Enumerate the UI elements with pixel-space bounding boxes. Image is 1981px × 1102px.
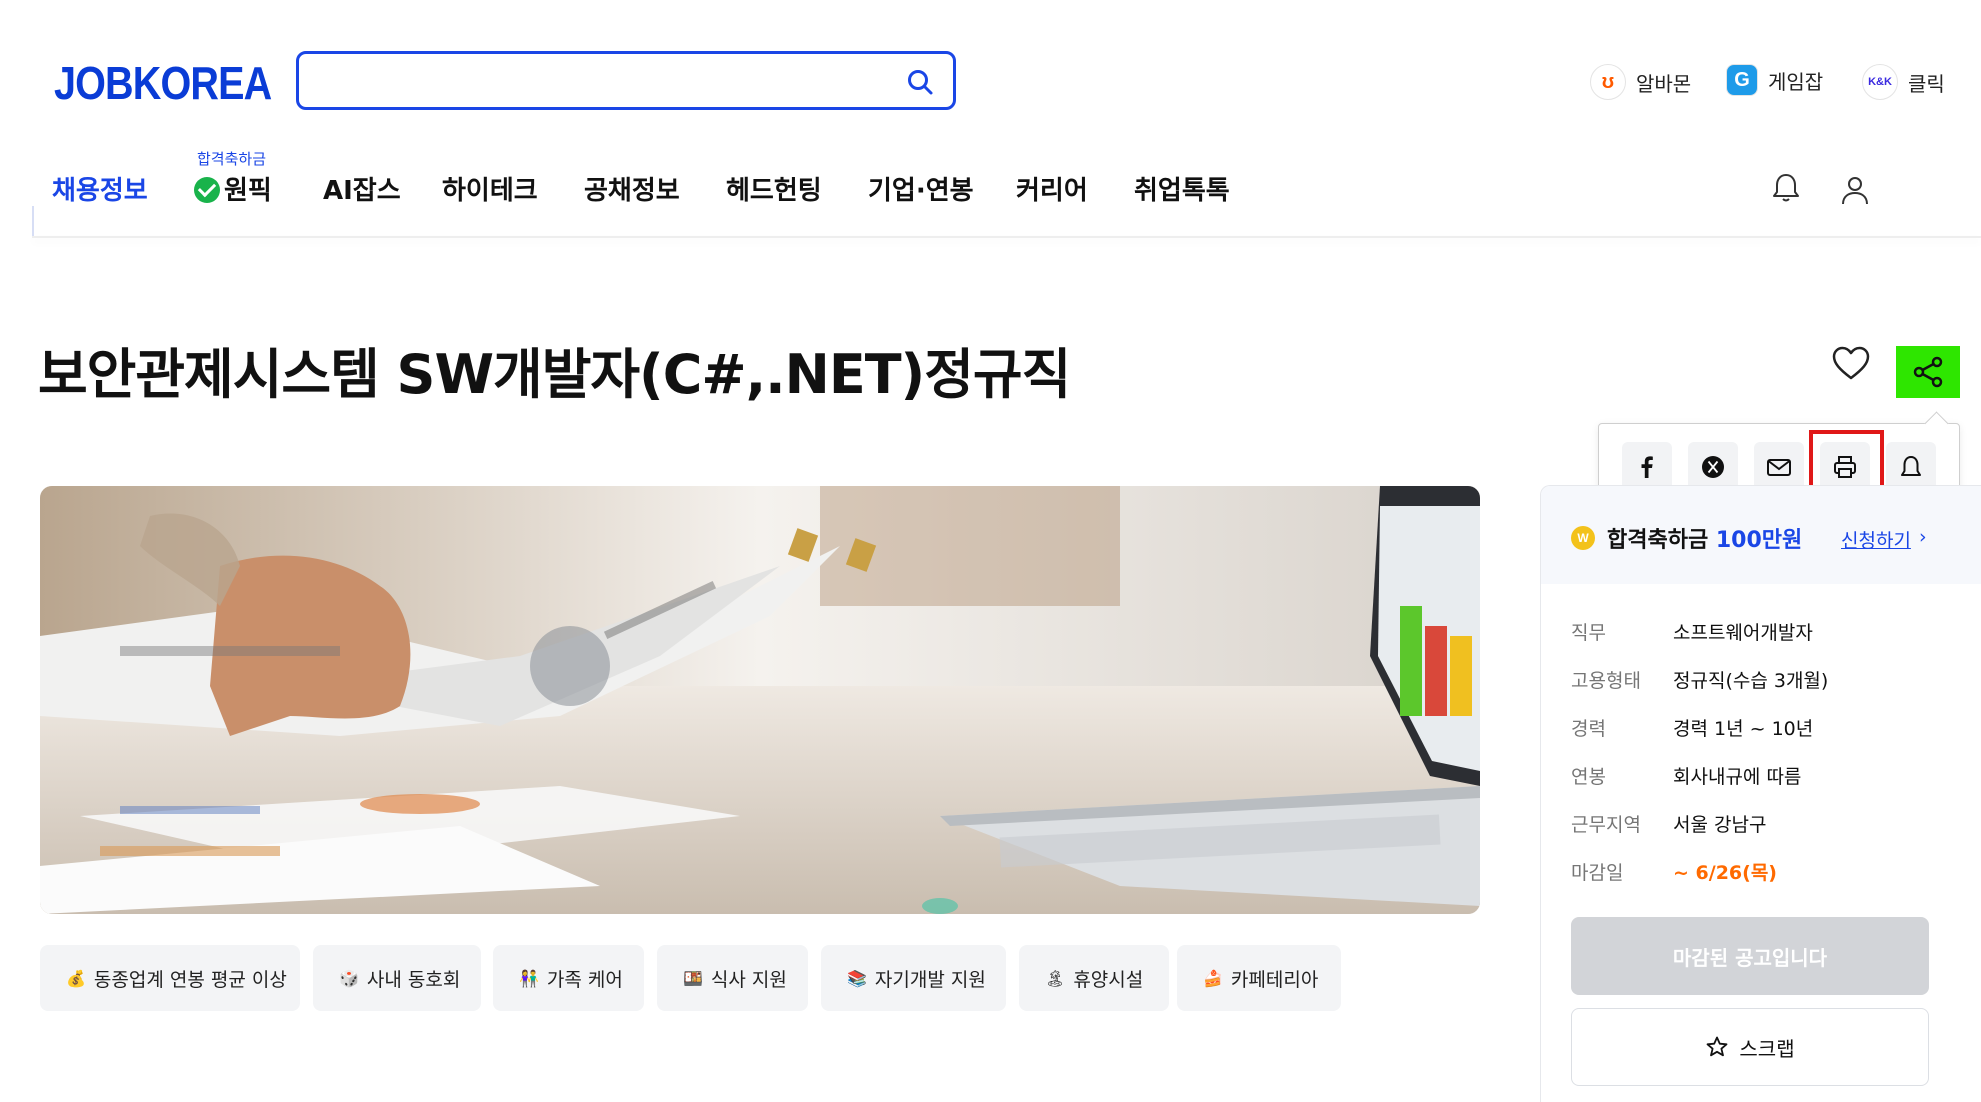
detail-value: 서울 강남구 (1673, 814, 1767, 836)
detail-key: 마감일 (1571, 862, 1624, 884)
nav-item-label: 원픽 (224, 176, 272, 206)
scrap-label: 스크랩 (1739, 1036, 1795, 1061)
nav-item-hitech[interactable]: 하이테크 (442, 170, 538, 207)
jobkorea-logo[interactable]: JOBKOREA (54, 56, 272, 110)
detail-row-employment: 고용형태 정규직(수습 3개월) (1571, 666, 1828, 693)
island-icon: 🏝 (1045, 968, 1066, 988)
detail-value: 회사내규에 따름 (1673, 766, 1802, 788)
bonus-text: 합격축하금 100만원 (1607, 522, 1802, 554)
search-icon[interactable] (905, 67, 935, 97)
benefit-chip[interactable]: 🍱 식사 지원 (657, 945, 808, 1011)
family-site-label: 클릭 (1908, 71, 1945, 96)
search-box[interactable] (296, 51, 956, 110)
bonus-banner: W 합격축하금 100만원 신청하기 › (1541, 486, 1981, 584)
nav-item-aijobs[interactable]: AI잡스 (323, 170, 401, 207)
albamon-icon: ʊ (1590, 64, 1626, 100)
dice-icon: 🎲 (339, 968, 359, 988)
money-bag-icon: 💰 (66, 968, 86, 988)
bell-icon (1901, 456, 1921, 476)
detail-value: 경력 1년 ~ 10년 (1673, 718, 1814, 740)
job-title: 보안관제시스템 SW개발자(C#,.NET)정규직 (38, 343, 1071, 406)
nav-item-public[interactable]: 공채정보 (584, 170, 680, 207)
benefit-label: 휴양시설 (1073, 968, 1144, 991)
benefit-chip[interactable]: 📚 자기개발 지원 (821, 945, 1006, 1011)
detail-value: 소프트웨어개발자 (1673, 622, 1813, 644)
family-site-click[interactable]: K&K 클릭 (1862, 64, 1945, 100)
nav-item-onepick[interactable]: 원픽 (194, 170, 272, 207)
chevron-right-icon[interactable]: › (1919, 526, 1927, 548)
detail-key: 근무지역 (1571, 814, 1641, 836)
detail-row-deadline: 마감일 ~ 6/26(목) (1571, 858, 1777, 885)
cake-icon: 🍰 (1203, 968, 1223, 988)
family-site-gamejob[interactable]: G 게임잡 (1726, 64, 1823, 96)
nav-item-company[interactable]: 기업·연봉 (868, 170, 974, 207)
bonus-label: 합격축하금 (1607, 528, 1709, 553)
benefit-label: 동종업계 연봉 평균 이상 (93, 968, 287, 991)
nav-item-headhunting[interactable]: 헤드헌팅 (726, 170, 822, 207)
family-site-label: 게임잡 (1768, 69, 1824, 94)
bonus-amount: 100만원 (1715, 528, 1803, 553)
benefit-chip[interactable]: 👫 가족 케어 (493, 945, 644, 1011)
family-site-albamon[interactable]: ʊ 알바몬 (1590, 64, 1691, 100)
detail-row-location: 근무지역 서울 강남구 (1571, 810, 1766, 837)
detail-key: 직무 (1571, 622, 1606, 644)
nav-sup-bonus: 합격축하금 (197, 150, 267, 168)
benefit-label: 가족 케어 (546, 968, 623, 991)
nav-item-talk[interactable]: 취업톡톡 (1134, 170, 1230, 207)
benefit-label: 사내 동호회 (366, 968, 461, 991)
benefit-chip[interactable]: 🍰 카페테리아 (1177, 945, 1341, 1011)
detail-value: 정규직(수습 3개월) (1673, 670, 1829, 692)
job-summary-panel: W 합격축하금 100만원 신청하기 › 직무 소프트웨어개발자 고용형태 정규직(… (1540, 485, 1981, 1102)
header-divider (32, 236, 1981, 238)
click-icon: K&K (1862, 64, 1898, 100)
detail-row-experience: 경력 경력 1년 ~ 10년 (1571, 714, 1813, 741)
meal-icon: 🍱 (683, 968, 703, 988)
detail-key: 연봉 (1571, 766, 1606, 788)
header-accent (32, 206, 34, 236)
x-icon (1702, 456, 1724, 478)
nav-item-career[interactable]: 커리어 (1016, 170, 1088, 207)
benefit-chip[interactable]: 💰 동종업계 연봉 평균 이상 (40, 945, 300, 1011)
benefit-chip[interactable]: 🎲 사내 동호회 (313, 945, 481, 1011)
facebook-icon (1641, 456, 1653, 478)
detail-key: 고용형태 (1571, 670, 1641, 692)
bell-icon[interactable] (1768, 170, 1804, 206)
family-icon: 👫 (519, 968, 539, 988)
detail-row-job: 직무 소프트웨어개발자 (1571, 618, 1813, 645)
apply-bonus-link[interactable]: 신청하기 (1841, 526, 1911, 553)
gamejob-icon: G (1726, 64, 1758, 96)
detail-row-salary: 연봉 회사내규에 따름 (1571, 762, 1801, 789)
user-icon[interactable] (1837, 172, 1873, 208)
books-icon: 📚 (847, 968, 867, 988)
search-input[interactable] (315, 64, 875, 97)
star-icon (1706, 1036, 1728, 1057)
share-button[interactable] (1896, 346, 1960, 398)
benefit-label: 카페테리아 (1230, 968, 1319, 991)
deadline-value: ~ 6/26(목) (1673, 862, 1777, 884)
closed-posting-button[interactable]: 마감된 공고입니다 (1571, 917, 1929, 995)
heart-icon[interactable] (1831, 344, 1871, 384)
share-icon (1913, 356, 1943, 388)
detail-key: 경력 (1571, 718, 1606, 740)
mail-icon (1767, 459, 1791, 476)
coin-icon: W (1571, 526, 1595, 550)
job-hero-image (40, 486, 1480, 914)
family-site-label: 알바몬 (1636, 71, 1692, 96)
benefit-label: 식사 지원 (710, 968, 787, 991)
scrap-button[interactable]: 스크랩 (1571, 1008, 1929, 1086)
benefit-chip[interactable]: 🏝 휴양시설 (1019, 945, 1169, 1011)
nav-item-jobs[interactable]: 채용정보 (52, 170, 148, 207)
check-icon (194, 177, 220, 203)
office-photo (40, 486, 1480, 914)
benefit-label: 자기개발 지원 (874, 968, 986, 991)
